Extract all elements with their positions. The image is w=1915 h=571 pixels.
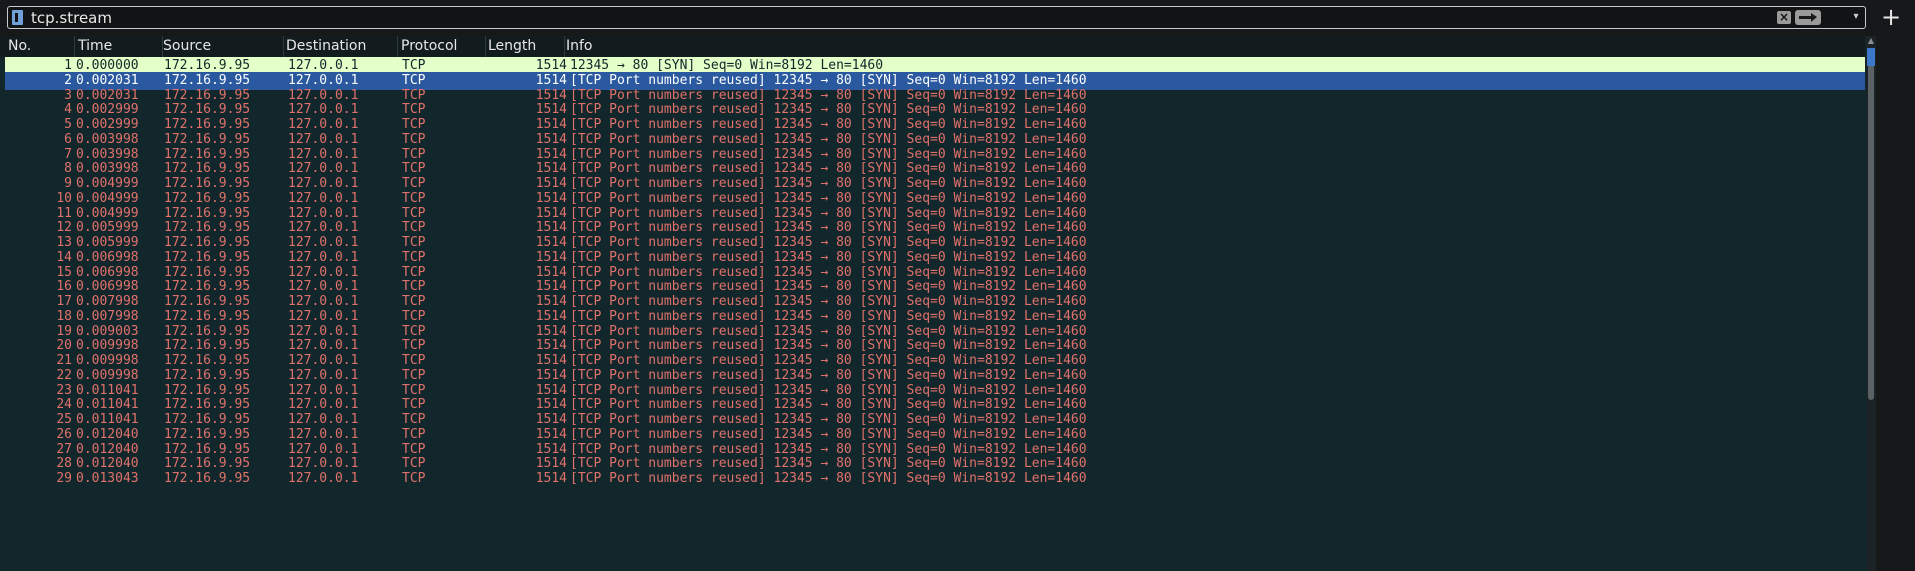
selected-packet-marker bbox=[1867, 48, 1875, 66]
packet-protocol: TCP bbox=[402, 471, 426, 486]
packet-time: 0.013043 bbox=[76, 471, 139, 486]
column-header-length[interactable]: Length bbox=[485, 36, 565, 57]
packet-length: 1514 bbox=[535, 471, 567, 486]
packet-list-header: No. Time Source Destination Protocol Len… bbox=[0, 36, 1865, 57]
packet-row[interactable]: 29 0.013043 172.16.9.95 127.0.0.1 TCP 1514 [TC… bbox=[5, 470, 1865, 488]
display-filter-input[interactable]: tcp.stream × ▾ bbox=[7, 6, 1866, 29]
vertical-scrollbar[interactable]: ▲ bbox=[1866, 36, 1876, 571]
packet-list[interactable]: 1 0.000000 172.16.9.95 127.0.0.1 TCP 1514 1234… bbox=[5, 57, 1865, 571]
packet-info: [TCP Port numbers reused] 12345 → 80 [SY… bbox=[570, 471, 1087, 486]
bookmark-icon[interactable] bbox=[12, 10, 23, 25]
apply-arrow-icon[interactable] bbox=[1795, 10, 1821, 25]
column-header-time[interactable]: Time bbox=[75, 36, 163, 57]
add-icon[interactable]: + bbox=[1878, 5, 1904, 31]
packet-source: 172.16.9.95 bbox=[164, 471, 251, 486]
scroll-up-icon[interactable]: ▲ bbox=[1866, 36, 1876, 46]
toolbar-gutter bbox=[1876, 36, 1915, 571]
column-header-no[interactable]: No. bbox=[5, 36, 75, 57]
column-header-protocol[interactable]: Protocol bbox=[398, 36, 486, 57]
filter-value[interactable]: tcp.stream bbox=[31, 8, 112, 28]
column-header-destination[interactable]: Destination bbox=[283, 36, 398, 57]
display-filter-toolbar: tcp.stream × ▾ + bbox=[0, 0, 1915, 36]
column-header-source[interactable]: Source bbox=[160, 36, 284, 57]
scroll-thumb[interactable] bbox=[1868, 48, 1874, 400]
column-header-info[interactable]: Info bbox=[563, 36, 1865, 57]
clear-icon[interactable]: × bbox=[1777, 11, 1791, 24]
dropdown-icon[interactable]: ▾ bbox=[1851, 12, 1861, 22]
packet-destination: 127.0.0.1 bbox=[288, 471, 359, 486]
packet-no: 29 bbox=[56, 471, 72, 486]
